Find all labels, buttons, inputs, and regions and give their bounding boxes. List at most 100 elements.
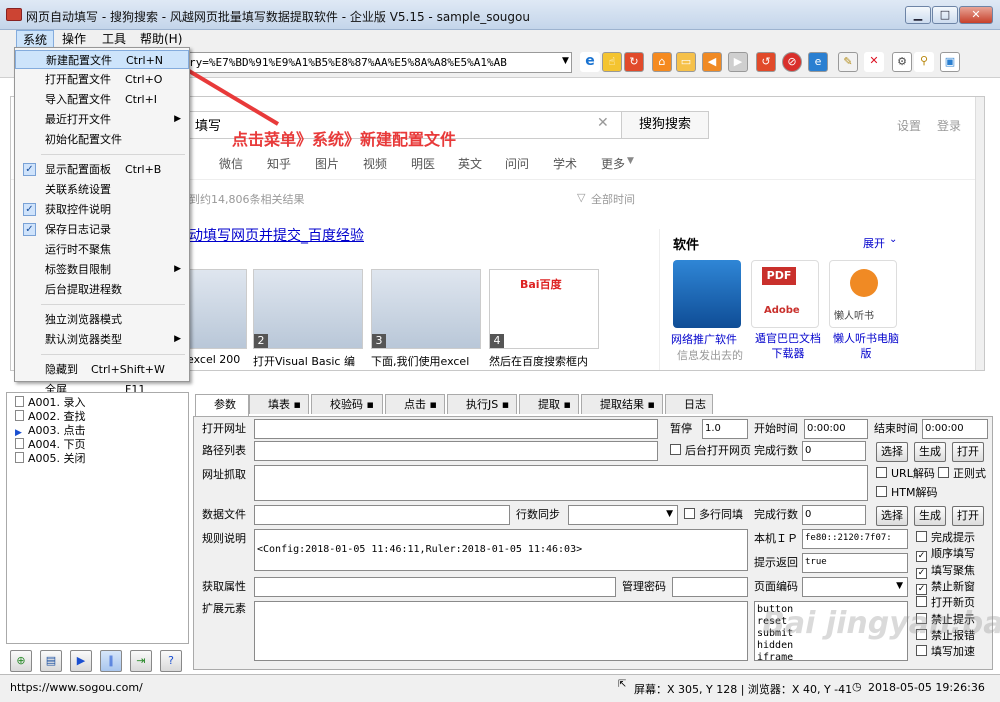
local-ip-select[interactable]: fe80::2120:7f07: bbox=[802, 529, 908, 549]
system-menu-item[interactable]: 关联系统设置 bbox=[15, 180, 189, 199]
forward-icon[interactable]: ▶ bbox=[728, 52, 748, 72]
data-file-input[interactable] bbox=[254, 505, 510, 525]
funnel-icon[interactable]: ▽ bbox=[577, 191, 585, 204]
search-icon[interactable]: ⚲ bbox=[914, 52, 934, 72]
tab-wenwen[interactable]: 问问 bbox=[505, 155, 529, 172]
option-checkbox[interactable]: 填写加速 bbox=[916, 645, 975, 659]
tab-extract-result[interactable]: 提取结果 ▪ bbox=[581, 394, 663, 414]
thumb-3[interactable]: 3 bbox=[371, 269, 481, 349]
help-icon[interactable]: ? bbox=[160, 650, 182, 672]
thumb-4[interactable]: Bai百度 4 bbox=[489, 269, 599, 349]
tab-weixin[interactable]: 微信 bbox=[219, 155, 243, 172]
prompt-return-select[interactable]: true bbox=[802, 553, 908, 573]
generate-button-2[interactable]: 生成 bbox=[914, 506, 946, 526]
done-rows-input-2[interactable]: 0 bbox=[802, 505, 866, 525]
stop-icon[interactable]: ⊘ bbox=[782, 52, 802, 72]
system-menu-item[interactable]: ✓ 保存日志记录 bbox=[15, 220, 189, 239]
menu-system[interactable]: 系统 bbox=[16, 30, 55, 48]
system-menu-item[interactable]: ✓ 显示配置面板 Ctrl+B bbox=[15, 160, 189, 179]
login-link[interactable]: 登录 bbox=[937, 117, 961, 134]
multi-fill-checkbox[interactable]: 多行同填 bbox=[684, 508, 743, 522]
open-button[interactable]: 打开 bbox=[952, 442, 984, 462]
regex-checkbox[interactable]: 正则式 bbox=[938, 467, 986, 481]
menu-tools[interactable]: 工具 bbox=[96, 30, 132, 48]
search-button[interactable]: 搜狗搜索 bbox=[621, 111, 709, 139]
page-encoding-select[interactable]: ▼ bbox=[802, 577, 908, 597]
system-menu-item[interactable]: 导入配置文件 Ctrl+I bbox=[15, 90, 189, 109]
redo-icon[interactable]: ↻ bbox=[624, 52, 644, 72]
home-icon[interactable]: ⌂ bbox=[652, 52, 672, 72]
tab-click[interactable]: 点击 ▪ bbox=[385, 394, 445, 414]
expand-chevron-icon[interactable]: ⌄ bbox=[889, 234, 897, 245]
tab-params[interactable]: 参数 bbox=[195, 394, 249, 416]
system-menu-item[interactable]: 默认浏览器类型 ▶ bbox=[15, 330, 189, 349]
open-button-2[interactable]: 打开 bbox=[952, 506, 984, 526]
thumb-1[interactable] bbox=[187, 269, 247, 349]
get-attr-input[interactable] bbox=[254, 577, 616, 597]
ext-elem-item[interactable]: iframe bbox=[757, 652, 907, 660]
browser-scrollbar[interactable] bbox=[975, 97, 984, 370]
folder-icon[interactable]: ▭ bbox=[676, 52, 696, 72]
tab-academic[interactable]: 学术 bbox=[553, 155, 577, 172]
tab-log[interactable]: 日志 bbox=[665, 394, 713, 414]
tab-images[interactable]: 图片 bbox=[315, 155, 339, 172]
save-icon[interactable]: ▤ bbox=[40, 650, 62, 672]
software-name[interactable]: 遁官巴巴文档下载器 bbox=[751, 331, 825, 361]
tab-captcha[interactable]: 校验码 ▪ bbox=[311, 394, 383, 414]
open-url-input[interactable] bbox=[254, 419, 658, 439]
lanren-icon[interactable]: 懒人听书 bbox=[829, 260, 897, 328]
ie-icon[interactable]: e bbox=[580, 52, 600, 72]
system-menu-item[interactable]: 隐藏到 Ctrl+Shift+W bbox=[15, 360, 189, 379]
export-icon[interactable]: ⇥ bbox=[130, 650, 152, 672]
ext-elem-input[interactable] bbox=[254, 601, 748, 661]
tree-node[interactable]: A004. 下页 bbox=[15, 438, 86, 452]
done-rows-input[interactable]: 0 bbox=[802, 441, 866, 461]
option-checkbox[interactable]: ✓ 禁止新窗 bbox=[916, 580, 975, 595]
menu-operate[interactable]: 操作 bbox=[56, 30, 92, 48]
tree-node[interactable]: A005. 关闭 bbox=[15, 452, 86, 466]
select-button[interactable]: 选择 bbox=[876, 442, 908, 462]
row-sync-select[interactable]: ▼ bbox=[568, 505, 678, 525]
bg-open-checkbox[interactable]: 后台打开网页 bbox=[670, 444, 751, 458]
ext-elem-item[interactable]: hidden bbox=[757, 640, 907, 652]
tab-zhihu[interactable]: 知乎 bbox=[267, 155, 291, 172]
maximize-button[interactable]: □ bbox=[932, 6, 958, 24]
url-capture-input[interactable] bbox=[254, 465, 868, 501]
admin-pwd-input[interactable] bbox=[672, 577, 748, 597]
system-menu-item[interactable]: 后台提取进程数 bbox=[15, 280, 189, 299]
tab-js[interactable]: 执行JS ▪ bbox=[447, 394, 517, 414]
system-menu-item[interactable]: 标签数目限制 ▶ bbox=[15, 260, 189, 279]
pdf-icon[interactable]: PDF Adobe bbox=[751, 260, 819, 328]
software-name[interactable]: 懒人听书电脑版 bbox=[829, 331, 903, 361]
refresh-icon[interactable]: ↺ bbox=[756, 52, 776, 72]
minimize-button[interactable]: ▁ bbox=[905, 6, 931, 24]
network-promo-icon[interactable] bbox=[673, 260, 741, 328]
delete-icon[interactable]: ✕ bbox=[864, 52, 884, 72]
pause-input[interactable]: 1.0 bbox=[702, 419, 748, 439]
option-checkbox[interactable]: ✓ 填写聚焦 bbox=[916, 564, 975, 579]
tab-extract[interactable]: 提取 ▪ bbox=[519, 394, 579, 414]
system-menu-item[interactable]: 运行时不聚焦 bbox=[15, 240, 189, 259]
expand-link[interactable]: 展开 bbox=[863, 235, 885, 251]
settings-link[interactable]: 设置 bbox=[897, 117, 921, 134]
tree-node[interactable]: A001. 录入 bbox=[15, 396, 86, 410]
play-icon[interactable]: ▶ bbox=[70, 650, 92, 672]
address-dropdown-icon[interactable]: ▼ bbox=[562, 56, 569, 66]
system-menu-item[interactable]: 打开配置文件 Ctrl+O bbox=[15, 70, 189, 89]
system-menu-item[interactable]: 独立浏览器模式 bbox=[15, 310, 189, 329]
start-time-input[interactable]: 0:00:00 bbox=[804, 419, 868, 439]
system-menu-item[interactable]: 最近打开文件 ▶ bbox=[15, 110, 189, 129]
option-checkbox[interactable]: 完成提示 bbox=[916, 531, 975, 545]
window-icon[interactable]: ▣ bbox=[940, 52, 960, 72]
thumb-2[interactable]: 2 bbox=[253, 269, 363, 349]
end-time-input[interactable]: 0:00:00 bbox=[922, 419, 988, 439]
tab-more[interactable]: 更多 bbox=[601, 155, 625, 172]
system-menu-item[interactable]: 初始化配置文件 bbox=[15, 130, 189, 149]
tab-english[interactable]: 英文 bbox=[458, 155, 482, 172]
generate-button[interactable]: 生成 bbox=[914, 442, 946, 462]
path-list-input[interactable] bbox=[254, 441, 658, 461]
time-filter[interactable]: 全部时间 bbox=[591, 191, 635, 207]
close-button[interactable]: ✕ bbox=[959, 6, 993, 24]
url-decode-checkbox[interactable]: URL解码 bbox=[876, 467, 935, 481]
rule-desc-input[interactable]: <Config:2018-01-05 11:46:11,Ruler:2018-0… bbox=[254, 529, 748, 571]
